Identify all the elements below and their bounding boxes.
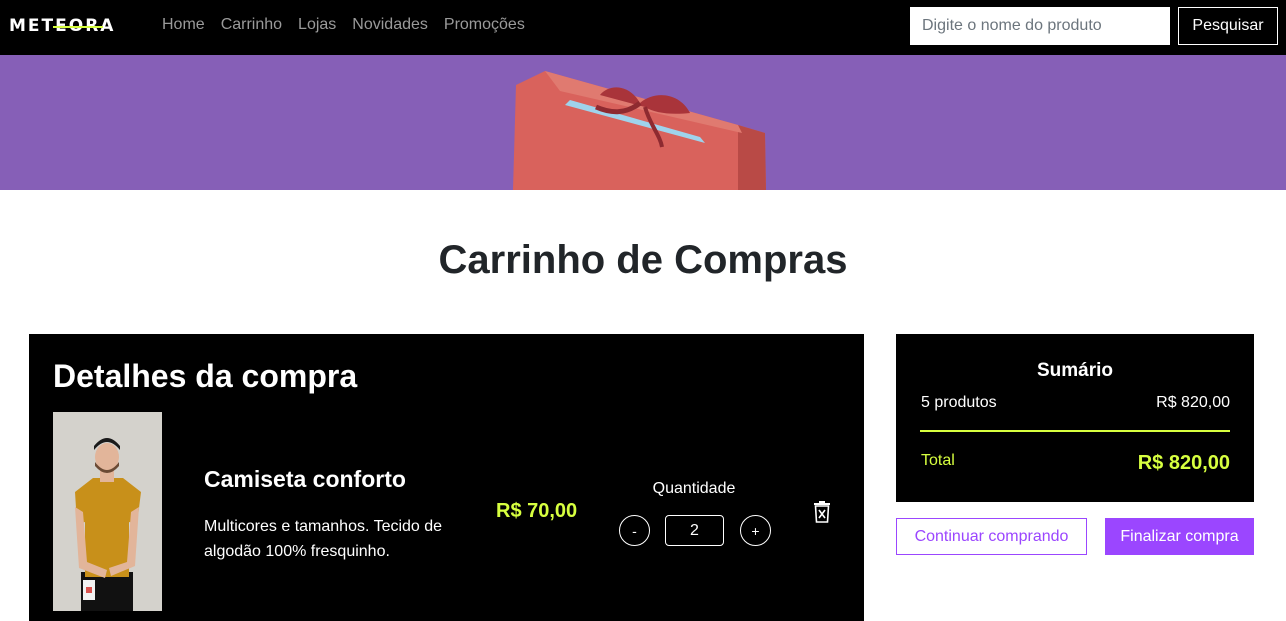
checkout-button[interactable]: Finalizar compra bbox=[1105, 518, 1254, 555]
quantity-increase-button[interactable]: + bbox=[740, 515, 771, 546]
nav-link-carrinho[interactable]: Carrinho bbox=[221, 16, 282, 34]
summary-panel: Sumário 5 produtos R$ 820,00 Total R$ 82… bbox=[896, 334, 1254, 502]
nav-link-lojas[interactable]: Lojas bbox=[298, 16, 336, 34]
details-title: Detalhes da compra bbox=[53, 358, 358, 394]
continue-shopping-button[interactable]: Continuar comprando bbox=[896, 518, 1087, 555]
nav-link-home[interactable]: Home bbox=[162, 16, 205, 34]
summary-total-value: R$ 820,00 bbox=[1137, 452, 1230, 474]
search-button[interactable]: Pesquisar bbox=[1178, 7, 1278, 45]
purchase-details-panel: Detalhes da compra Camiseta conforto Mul… bbox=[29, 334, 864, 621]
product-image bbox=[53, 412, 162, 611]
nav-menu: Home Carrinho Lojas Novidades Promoções bbox=[162, 16, 525, 34]
nav-link-promocoes[interactable]: Promoções bbox=[444, 16, 525, 34]
quantity-label: Quantidade bbox=[652, 480, 736, 497]
summary-title: Sumário bbox=[1036, 360, 1114, 381]
nav-link-novidades[interactable]: Novidades bbox=[352, 16, 428, 34]
summary-total-label: Total bbox=[921, 452, 955, 469]
product-price: R$ 70,00 bbox=[496, 500, 578, 522]
trash-icon[interactable] bbox=[813, 501, 831, 523]
cart-banner bbox=[0, 55, 1286, 190]
summary-divider bbox=[920, 430, 1230, 432]
product-name: Camiseta conforto bbox=[204, 466, 406, 492]
logo-accent-line bbox=[53, 26, 103, 28]
top-navbar: METEORA Home Carrinho Lojas Novidades Pr… bbox=[0, 0, 1286, 55]
search-input[interactable] bbox=[910, 7, 1170, 45]
summary-subtotal: R$ 820,00 bbox=[1156, 394, 1230, 411]
quantity-decrease-button[interactable]: - bbox=[619, 515, 650, 546]
quantity-input[interactable] bbox=[665, 515, 724, 546]
brand-logo[interactable]: METEORA bbox=[9, 14, 115, 38]
summary-product-count: 5 produtos bbox=[921, 394, 997, 411]
product-description: Multicores e tamanhos. Tecido de algodão… bbox=[204, 518, 443, 560]
page-title: Carrinho de Compras bbox=[438, 238, 848, 282]
shopping-bag-illustration bbox=[513, 71, 766, 190]
